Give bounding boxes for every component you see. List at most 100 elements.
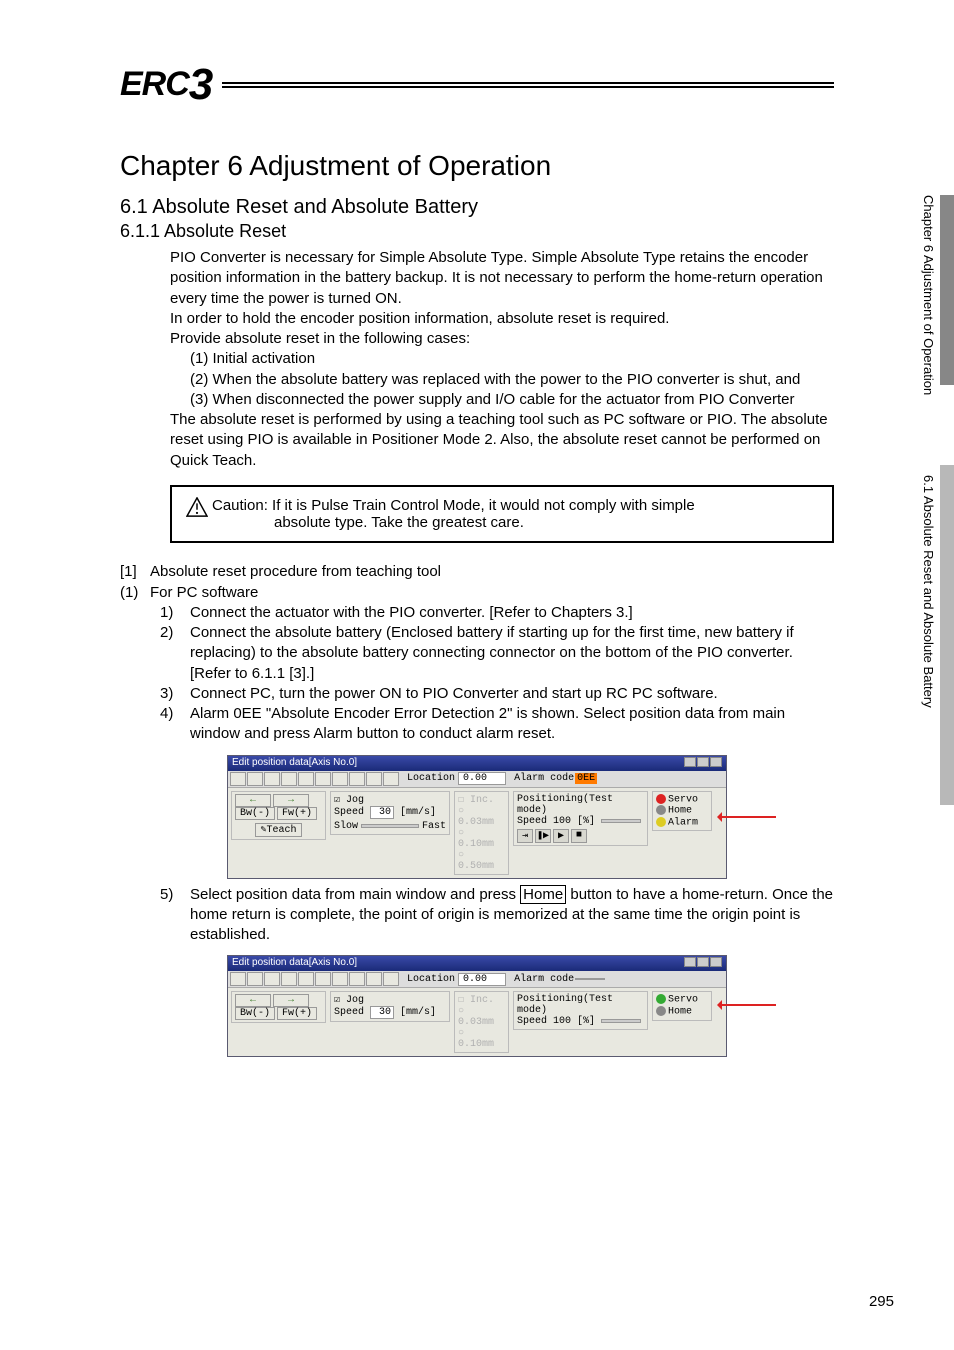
bracket-1-label: [1]	[120, 561, 150, 582]
shot1-alarm-code: 0EE	[575, 773, 597, 784]
tb-icon	[366, 972, 382, 986]
caution-line2: absolute type. Take the greatest care.	[274, 514, 695, 531]
tb-icon	[332, 972, 348, 986]
step3-text: Connect PC, turn the power ON to PIO Con…	[190, 684, 834, 704]
shot1-inc-v2: 0.10mm	[458, 839, 494, 850]
shot1-posmode: Positioning(Test mode)	[517, 794, 644, 816]
caution-box: Caution: If it is Pulse Train Control Mo…	[170, 485, 834, 543]
shot2-servo-led	[656, 994, 666, 1004]
shot2-fw-label: Fw(+)	[277, 1007, 317, 1020]
warning-icon	[186, 497, 208, 517]
shot1-servo-label: Servo	[668, 794, 698, 805]
tb-icon	[281, 972, 297, 986]
shot2-location-value: 0.00	[458, 973, 506, 986]
section-6-1-title: 6.1 Absolute Reset and Absolute Battery	[120, 196, 834, 219]
paren-1-label: (1)	[120, 582, 150, 603]
shot2-inc-label: Inc.	[470, 995, 494, 1006]
tb-icon	[298, 772, 314, 786]
tb-icon	[315, 772, 331, 786]
side-tab-section: 6.1 Absolute Reset and Absolute Battery	[921, 475, 936, 708]
shot1-speed-value: 30	[370, 806, 394, 819]
step3-num: 3)	[160, 684, 190, 704]
shot2-jog-label: Jog	[346, 995, 364, 1006]
case-2: (2) When the absolute battery was replac…	[190, 370, 834, 390]
shot2-callout-arrow	[720, 1004, 776, 1006]
tb-icon	[247, 772, 263, 786]
step5-num: 5)	[160, 885, 190, 946]
caution-line1: Caution: If it is Pulse Train Control Mo…	[212, 497, 695, 514]
section-6-1-1-title: 6.1.1 Absolute Reset	[120, 221, 834, 242]
shot2-home-label: Home	[668, 1007, 692, 1018]
tb-icon	[247, 972, 263, 986]
side-tab: Chapter 6 Adjustment of Operation 6.1 Ab…	[914, 195, 954, 805]
tb-icon	[281, 772, 297, 786]
step1-num: 1)	[160, 603, 190, 623]
bracket-1-title: Absolute reset procedure from teaching t…	[150, 561, 441, 582]
shot2-bw-label: Bw(-)	[235, 1007, 275, 1020]
tb-icon	[366, 772, 382, 786]
shot2-fw-button: →	[273, 994, 309, 1007]
case-1: (1) Initial activation	[190, 349, 834, 369]
shot1-home-led	[656, 805, 666, 815]
shot1-fast-label: Fast	[422, 821, 446, 832]
tb-icon	[264, 972, 280, 986]
chapter-title: Chapter 6 Adjustment of Operation	[120, 150, 834, 182]
tb-icon	[298, 972, 314, 986]
shot1-alarm-btn-label: Alarm	[668, 817, 698, 828]
shot1-goto-icon: ⇥	[517, 829, 533, 843]
shot1-speed-unit: [mm/s]	[400, 807, 436, 818]
shot2-location-label: Location	[407, 974, 455, 985]
shot1-inc-label: Inc.	[470, 795, 494, 806]
shot1-play-icon: ▶	[553, 829, 569, 843]
shot1-title: Edit position data[Axis No.0]	[232, 757, 357, 770]
shot1-teach-button: ✎Teach	[255, 823, 301, 837]
shot1-slow-label: Slow	[334, 821, 358, 832]
shot1-alarm-led	[656, 817, 666, 827]
shot2-posmode: Positioning(Test mode)	[517, 994, 644, 1016]
step5-text: Select position data from main window an…	[190, 885, 834, 946]
step4-num: 4)	[160, 704, 190, 745]
shot2-speed-value: 30	[370, 1006, 394, 1019]
intro-p4: The absolute reset is performed by using…	[170, 410, 834, 471]
shot1-fw-label: Fw(+)	[277, 807, 317, 820]
tb-icon	[383, 772, 399, 786]
logo-rule	[222, 82, 834, 88]
shot1-bw-label: Bw(-)	[235, 807, 275, 820]
intro-p3: Provide absolute reset in the following …	[170, 329, 834, 349]
home-button-ref: Home	[520, 885, 566, 904]
shot1-inc-v1: 0.03mm	[458, 817, 494, 828]
intro-p1: PIO Converter is necessary for Simple Ab…	[170, 248, 834, 309]
step2-num: 2)	[160, 623, 190, 684]
shot1-step-icon: ❚▶	[535, 829, 551, 843]
shot1-jog-label: Jog	[346, 795, 364, 806]
step4-text: Alarm 0EE "Absolute Encoder Error Detect…	[190, 704, 834, 745]
shot1-speed-label: Speed	[334, 807, 364, 818]
shot1-inc-v3: 0.50mm	[458, 861, 494, 872]
tb-icon	[315, 972, 331, 986]
shot2-home-led	[656, 1006, 666, 1016]
logo-row: ERC3	[120, 60, 834, 110]
side-tab-chapter: Chapter 6 Adjustment of Operation	[921, 195, 936, 395]
page-number: 295	[869, 1293, 894, 1310]
tb-icon	[332, 772, 348, 786]
brand-text-1: ERC	[120, 65, 189, 103]
shot1-location-label: Location	[407, 773, 455, 784]
step2-text: Connect the absolute battery (Enclosed b…	[190, 623, 834, 684]
shot2-bw-button: ←	[235, 994, 271, 1007]
tb-icon	[349, 972, 365, 986]
shot1-bw-button: ←	[235, 794, 271, 807]
screenshot-2: Edit position data[Axis No.0] Location 0…	[227, 955, 727, 1057]
shot2-alarm-label: Alarm code	[514, 974, 574, 985]
step1-text: Connect the actuator with the PIO conver…	[190, 603, 834, 623]
screenshot-1: Edit position data[Axis No.0] Location 0…	[227, 755, 727, 879]
paren-1-title: For PC software	[150, 582, 258, 603]
shot1-servo-led	[656, 794, 666, 804]
shot1-window-buttons	[683, 757, 722, 770]
intro-p2: In order to hold the encoder position in…	[170, 309, 834, 329]
tb-icon	[230, 972, 246, 986]
tb-icon	[230, 772, 246, 786]
shot1-location-value: 0.00	[458, 772, 506, 785]
shot2-inc-v2: 0.10mm	[458, 1039, 494, 1050]
shot2-servo-label: Servo	[668, 995, 698, 1006]
shot2-speed-label: Speed	[334, 1007, 364, 1018]
